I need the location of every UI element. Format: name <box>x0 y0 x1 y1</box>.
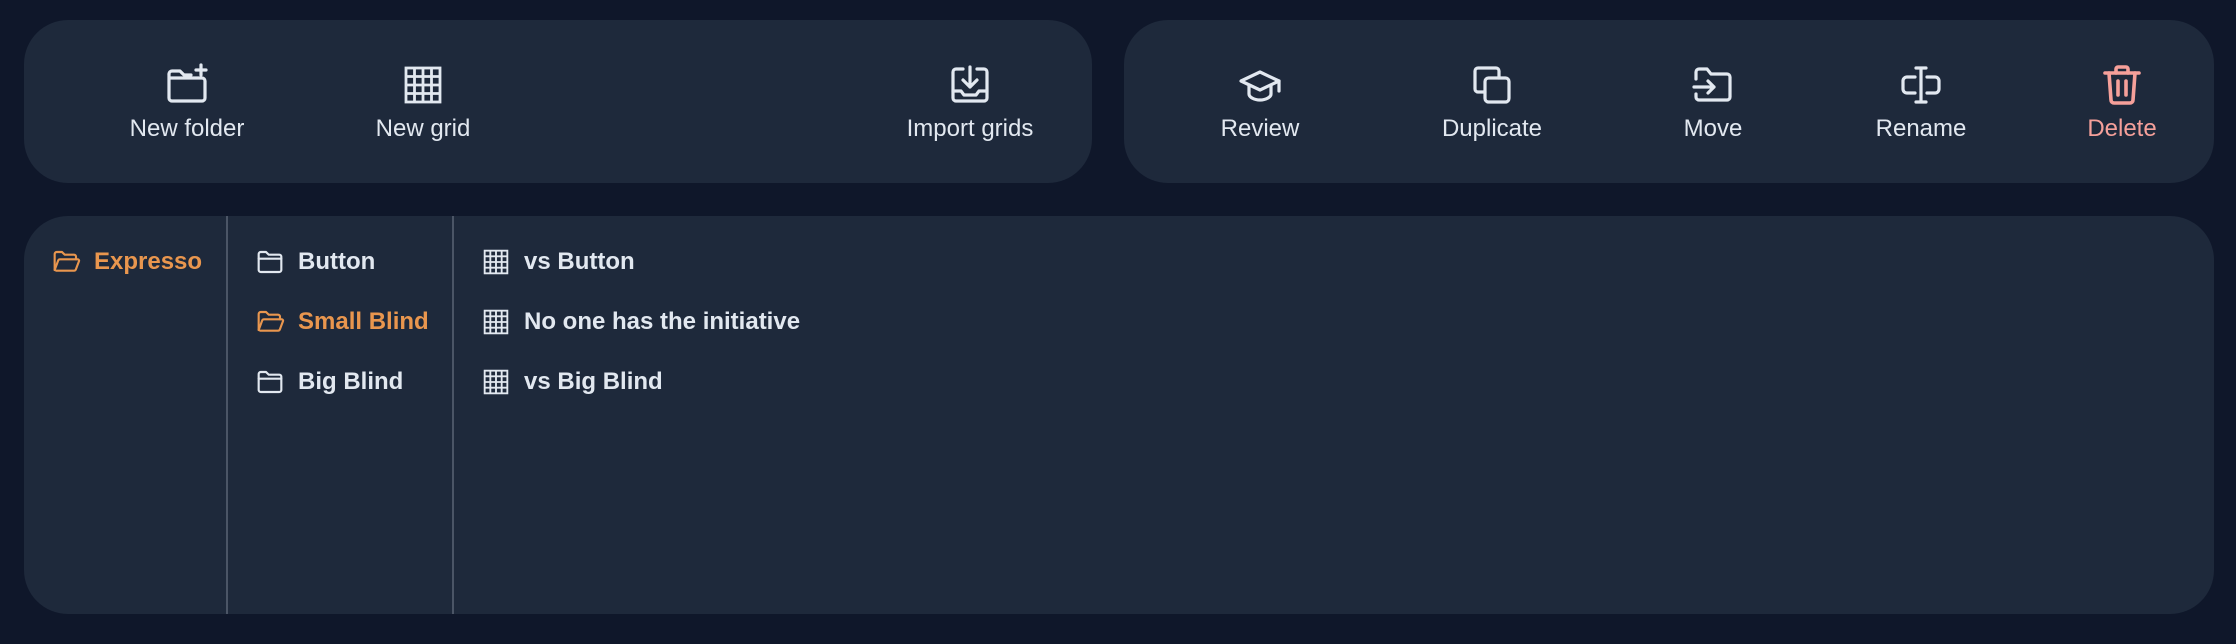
duplicate-label: Duplicate <box>1441 114 1543 142</box>
folder-open-icon <box>254 306 286 338</box>
import-grids-button[interactable]: Import grids <box>870 20 1070 183</box>
review-button[interactable]: Review <box>1190 20 1330 183</box>
graduation-cap-icon <box>1236 61 1284 109</box>
grid-icon <box>480 246 512 278</box>
import-grids-label: Import grids <box>906 114 1034 142</box>
grid-item-label: vs Button <box>524 248 635 275</box>
duplicate-button[interactable]: Duplicate <box>1402 20 1582 183</box>
move-label: Move <box>1683 114 1743 142</box>
grid-item-label: vs Big Blind <box>524 368 663 395</box>
grid-item-no-initiative[interactable]: No one has the initiative <box>480 302 800 342</box>
new-grid-button[interactable]: New grid <box>342 20 504 183</box>
grid-item-vs-button[interactable]: vs Button <box>480 242 635 282</box>
import-icon <box>946 61 994 109</box>
folder-move-icon <box>1689 61 1737 109</box>
column-divider <box>452 216 454 614</box>
toolbar-right: Review Duplicate Move Rename Delete <box>1124 20 2214 183</box>
review-label: Review <box>1220 114 1300 142</box>
grid-item-label: No one has the initiative <box>524 308 801 335</box>
folder-item-big-blind[interactable]: Big Blind <box>254 362 403 402</box>
folder-item-label: Big Blind <box>298 368 404 395</box>
folder-open-icon <box>50 246 82 278</box>
new-folder-button[interactable]: New folder <box>94 20 280 183</box>
folder-item-button[interactable]: Button <box>254 242 375 282</box>
folder-item-label: Button <box>298 248 376 275</box>
grid-item-vs-big-blind[interactable]: vs Big Blind <box>480 362 663 402</box>
folder-item-expresso[interactable]: Expresso <box>50 242 202 282</box>
text-cursor-icon <box>1897 61 1945 109</box>
grid-icon <box>480 306 512 338</box>
grid-icon <box>399 61 447 109</box>
rename-button[interactable]: Rename <box>1838 20 2004 183</box>
new-folder-label: New folder <box>129 114 245 142</box>
folder-item-small-blind[interactable]: Small Blind <box>254 302 429 342</box>
new-grid-label: New grid <box>375 114 471 142</box>
trash-icon <box>2098 61 2146 109</box>
folder-item-label: Small Blind <box>298 308 429 335</box>
folder-item-label: Expresso <box>94 248 203 275</box>
column-divider <box>226 216 228 614</box>
grid-icon <box>480 366 512 398</box>
folder-browser: Expresso Button Small Blind Big Blind vs… <box>24 216 2214 614</box>
copy-icon <box>1468 61 1516 109</box>
folder-icon <box>254 366 286 398</box>
folder-plus-icon <box>163 61 211 109</box>
folder-icon <box>254 246 286 278</box>
move-button[interactable]: Move <box>1650 20 1776 183</box>
rename-label: Rename <box>1875 114 1967 142</box>
delete-label: Delete <box>2087 114 2157 142</box>
delete-button[interactable]: Delete <box>2058 20 2186 183</box>
toolbar-left: New folder New grid Import grids <box>24 20 1092 183</box>
